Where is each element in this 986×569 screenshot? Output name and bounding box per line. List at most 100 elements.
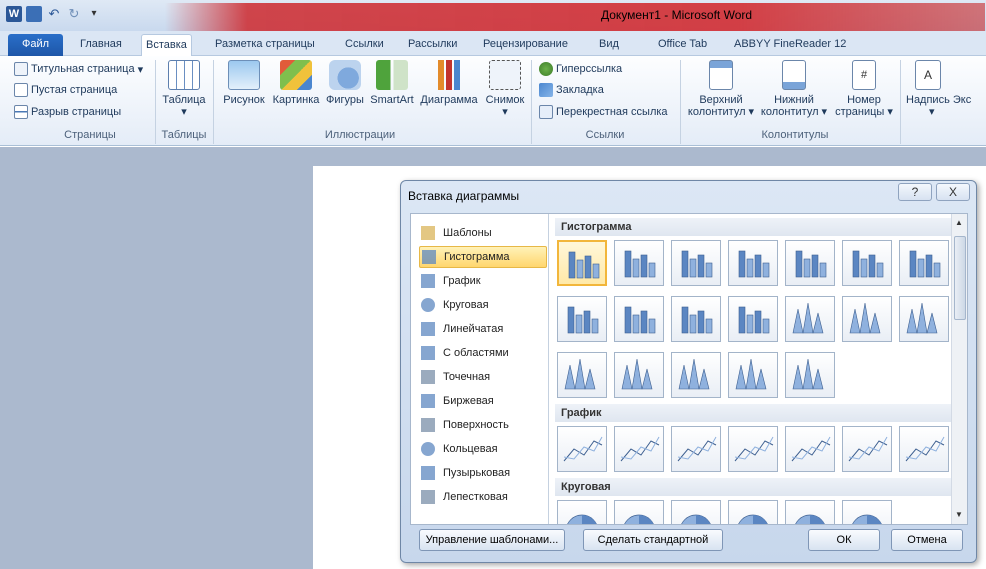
undo-icon[interactable]: ↶ <box>46 6 62 22</box>
chart-type-thumbnail[interactable] <box>557 296 607 342</box>
redo-icon[interactable]: ↻ <box>66 6 82 22</box>
customize-qat-icon[interactable]: ▾ <box>86 6 102 22</box>
cone-chart-icon <box>849 302 881 334</box>
chart-category-item[interactable]: Точечная <box>419 366 547 388</box>
word-app-icon[interactable]: W <box>6 6 22 22</box>
ok-button[interactable]: ОК <box>808 529 880 551</box>
tab-home[interactable]: Главная <box>76 34 126 56</box>
chart-category-item[interactable]: График <box>419 270 547 292</box>
chart-type-thumbnail[interactable] <box>842 240 892 286</box>
cone-chart-icon <box>678 358 710 390</box>
bookmark-button[interactable]: Закладка <box>539 83 604 97</box>
tab-view[interactable]: Вид <box>595 34 623 56</box>
chart-category-item[interactable]: Гистограмма <box>419 246 547 268</box>
chart-type-thumbnail[interactable] <box>671 500 721 524</box>
footer-button[interactable]: Нижний колонтитул ▾ <box>758 60 830 118</box>
chart-type-thumbnail[interactable] <box>557 500 607 524</box>
chart-category-item[interactable]: Биржевая <box>419 390 547 412</box>
chart-type-thumbnail[interactable] <box>842 426 892 472</box>
cone-chart-icon <box>906 302 938 334</box>
line-chart-icon <box>677 436 717 462</box>
chart-category-item[interactable]: Линейчатая <box>419 318 547 340</box>
hyperlink-button[interactable]: Гиперссылка <box>539 62 622 76</box>
chart-type-thumbnail[interactable] <box>899 240 949 286</box>
chart-category-item[interactable]: Лепестковая <box>419 486 547 508</box>
scrollbar-thumb[interactable] <box>954 236 966 320</box>
chart-type-thumbnail[interactable] <box>614 500 664 524</box>
chart-category-label: Пузырьковая <box>443 467 511 479</box>
tab-office-tab[interactable]: Office Tab <box>654 34 711 56</box>
chart-category-item[interactable]: Кольцевая <box>419 438 547 460</box>
separator <box>531 60 532 144</box>
separator <box>213 60 214 144</box>
page-number-button[interactable]: # Номер страницы ▾ <box>832 60 896 118</box>
blank-page-button[interactable]: Пустая страница <box>14 83 117 97</box>
chart-type-thumbnail[interactable] <box>842 296 892 342</box>
chart-type-thumbnail[interactable] <box>728 352 778 398</box>
chart-type-thumbnail[interactable] <box>728 296 778 342</box>
textbox-button[interactable]: A Надпись Экс ▾ <box>903 60 986 118</box>
chart-type-thumbnail[interactable] <box>728 500 778 524</box>
chart-type-thumbnail[interactable] <box>614 240 664 286</box>
chart-type-thumbnail[interactable] <box>785 500 835 524</box>
chart-type-thumbnail[interactable] <box>614 426 664 472</box>
set-default-button[interactable]: Сделать стандартной <box>583 529 723 551</box>
help-button[interactable]: ? <box>898 183 932 201</box>
cross-reference-button[interactable]: Перекрестная ссылка <box>539 105 668 119</box>
chart-type-thumbnail[interactable] <box>899 426 949 472</box>
picture-button[interactable]: Рисунок <box>218 60 270 106</box>
tab-insert[interactable]: Вставка <box>141 34 192 57</box>
chart-type-thumbnail[interactable] <box>671 240 721 286</box>
vertical-scrollbar[interactable]: ▲ ▼ <box>951 214 967 524</box>
dropdown-icon: ▾ <box>137 63 144 76</box>
chart-type-thumbnail[interactable] <box>842 500 892 524</box>
chart-category-item[interactable]: Круговая <box>419 294 547 316</box>
chart-type-thumbnail[interactable] <box>614 352 664 398</box>
chart-type-thumbnail[interactable] <box>671 296 721 342</box>
tab-page-layout[interactable]: Разметка страницы <box>211 34 319 56</box>
tab-references[interactable]: Ссылки <box>341 34 388 56</box>
save-icon[interactable] <box>26 6 42 22</box>
chart-type-thumbnail[interactable] <box>728 426 778 472</box>
chart-type-thumbnail[interactable] <box>557 352 607 398</box>
manage-templates-button[interactable]: Управление шаблонами... <box>419 529 565 551</box>
chart-type-thumbnail[interactable] <box>728 240 778 286</box>
chart-category-item[interactable]: Шаблоны <box>419 222 547 244</box>
doughnut-chart-icon <box>421 442 435 456</box>
tab-abbyy[interactable]: ABBYY FineReader 12 <box>730 34 850 56</box>
screenshot-button[interactable]: Снимок ▾ <box>482 60 528 118</box>
smartart-button[interactable]: SmartArt <box>368 60 416 106</box>
page-break-button[interactable]: Разрыв страницы <box>14 105 121 119</box>
tab-review[interactable]: Рецензирование <box>479 34 572 56</box>
chart-category-item[interactable]: Поверхность <box>419 414 547 436</box>
chart-type-thumbnail[interactable] <box>785 240 835 286</box>
title-page-button[interactable]: Титульная страница ▾ <box>14 62 143 76</box>
chart-category-label: Гистограмма <box>444 251 510 263</box>
dropdown-icon: ▾ <box>884 106 893 118</box>
chart-type-thumbnail[interactable] <box>785 426 835 472</box>
chart-type-thumbnail[interactable] <box>785 296 835 342</box>
cone-chart-icon <box>621 358 653 390</box>
scroll-down-icon[interactable]: ▼ <box>955 510 963 519</box>
chart-button[interactable]: Диаграмма <box>416 60 482 106</box>
header-button[interactable]: Верхний колонтитул ▾ <box>686 60 756 118</box>
chart-category-item[interactable]: С областями <box>419 342 547 364</box>
tab-mailings[interactable]: Рассылки <box>404 34 461 56</box>
tab-file[interactable]: Файл <box>8 34 64 56</box>
chart-type-thumbnail[interactable] <box>557 426 607 472</box>
close-button[interactable]: X <box>936 183 970 201</box>
scroll-up-icon[interactable]: ▲ <box>955 218 963 227</box>
chart-type-thumbnail[interactable] <box>671 426 721 472</box>
dialog-body: Шаблоны Гистограмма График Круговая Линейчат… <box>410 213 968 525</box>
table-button[interactable]: Таблица ▾ <box>161 60 207 118</box>
column-chart-icon <box>624 306 656 334</box>
shapes-button[interactable]: Фигуры <box>322 60 368 106</box>
clipart-button[interactable]: Картинка <box>270 60 322 106</box>
chart-category-item[interactable]: Пузырьковая <box>419 462 547 484</box>
chart-type-thumbnail[interactable] <box>899 296 949 342</box>
chart-type-thumbnail[interactable] <box>785 352 835 398</box>
chart-type-thumbnail[interactable] <box>671 352 721 398</box>
chart-type-thumbnail[interactable] <box>614 296 664 342</box>
cancel-button[interactable]: Отмена <box>891 529 963 551</box>
chart-type-thumbnail[interactable] <box>557 240 607 286</box>
